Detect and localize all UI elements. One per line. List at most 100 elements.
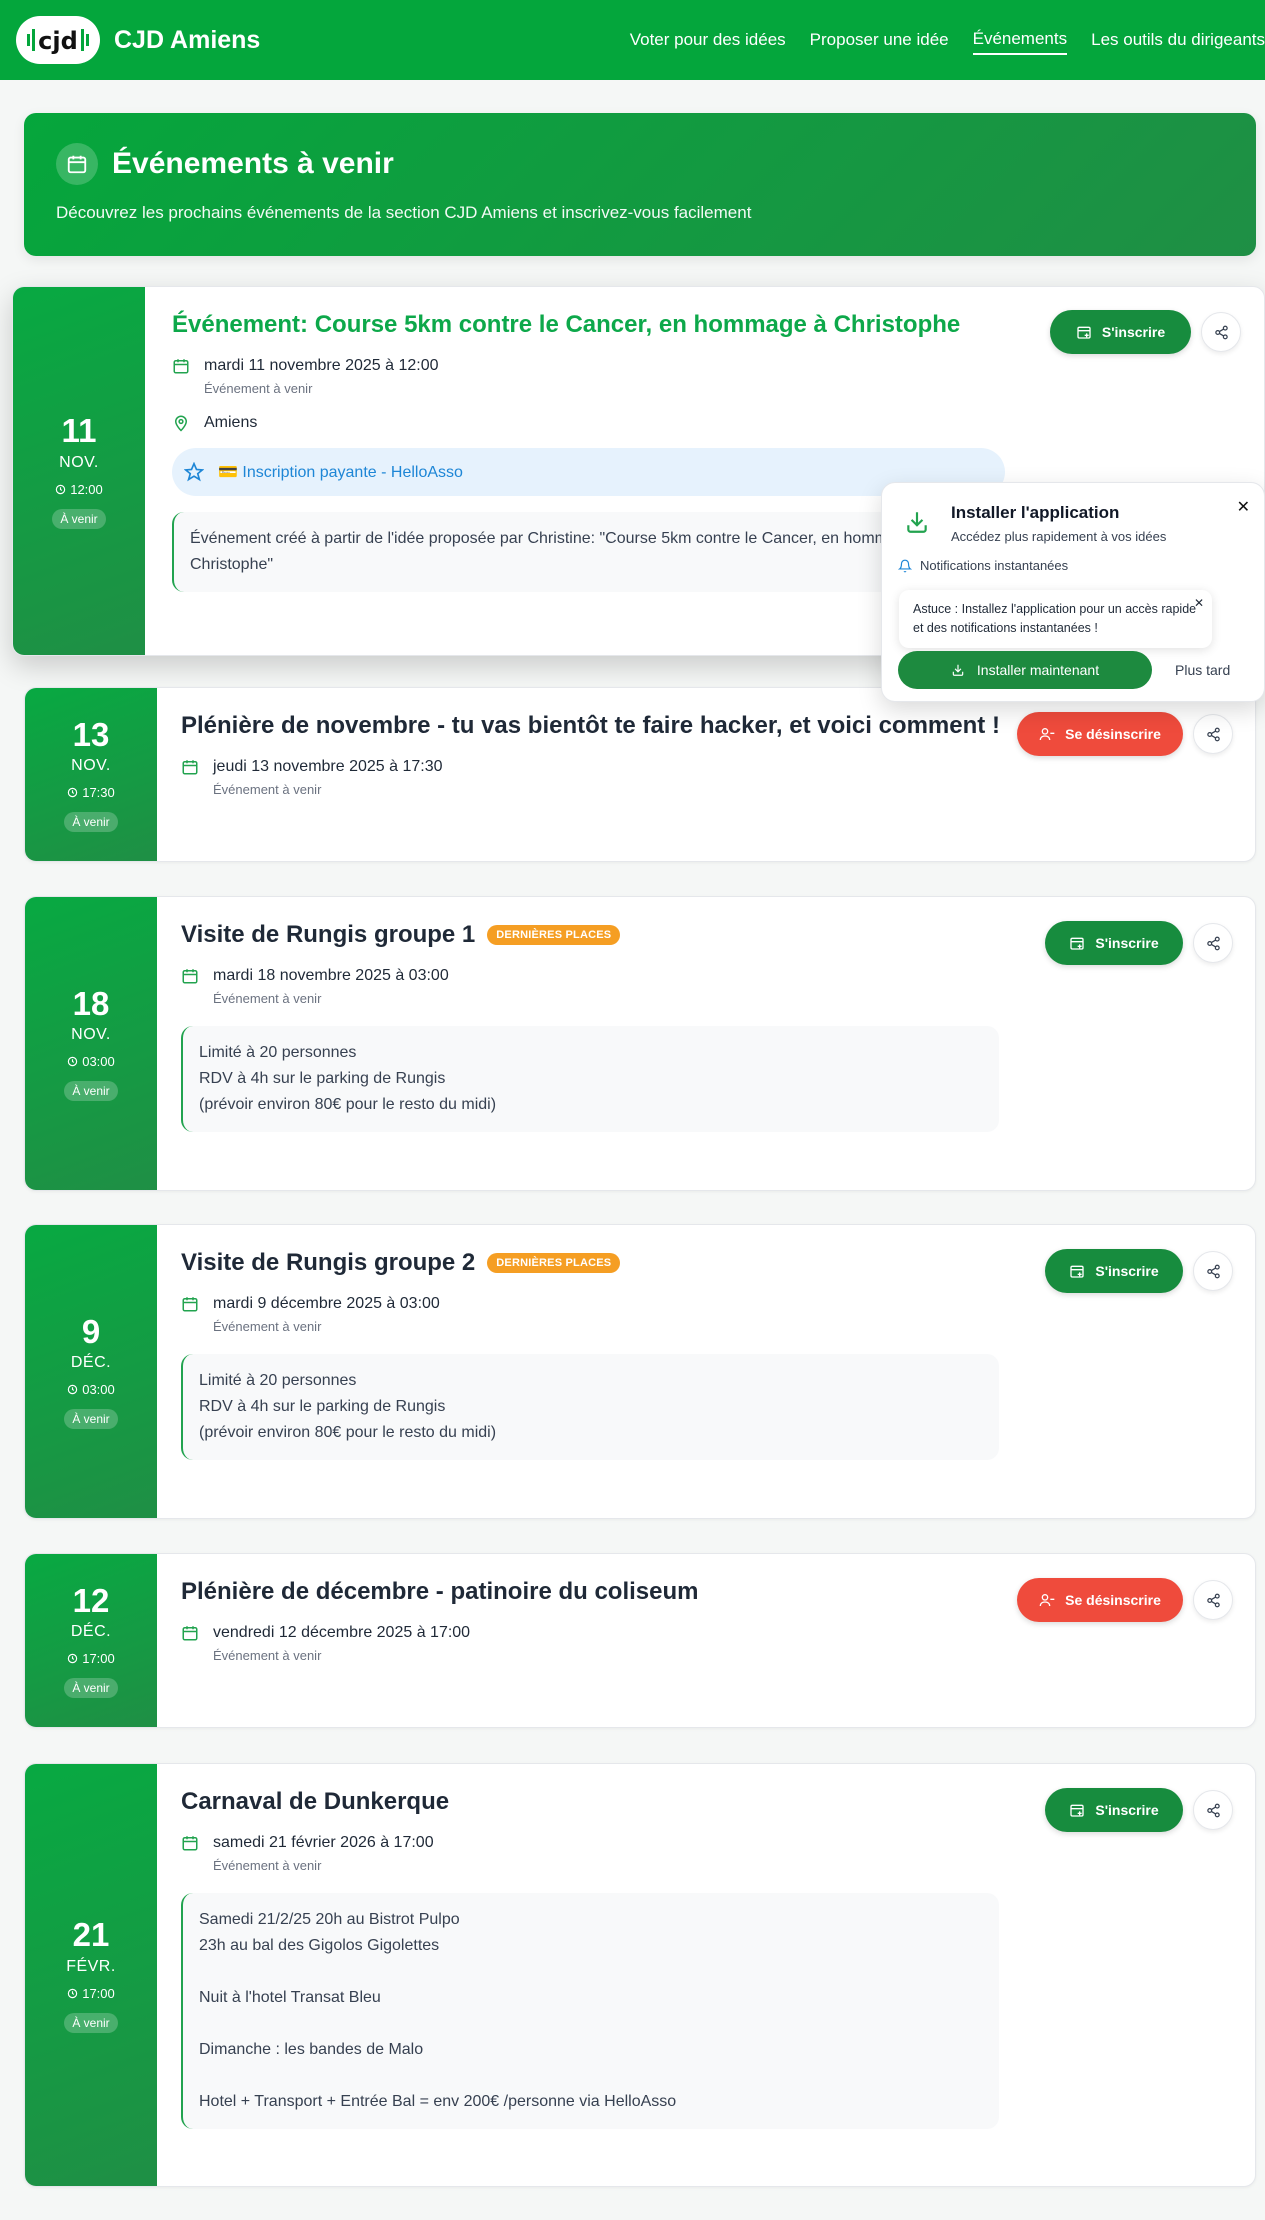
register-button[interactable]: S'inscrire	[1045, 1249, 1183, 1293]
status-badge: À venir	[64, 1409, 118, 1430]
event-card[interactable]: 18 NOV. 03:00 À venir Visite de Rungis g…	[24, 896, 1256, 1191]
install-app-popup: Installer l'application Accédez plus rap…	[881, 482, 1265, 702]
payment-link[interactable]: 💳 Inscription payante - HelloAsso	[172, 448, 1005, 496]
unregister-button[interactable]: Se désinscrire	[1017, 1578, 1183, 1622]
event-status-text: Événement à venir	[213, 782, 322, 797]
install-feature: Notifications instantanées	[898, 558, 1068, 573]
register-button[interactable]: S'inscrire	[1045, 1788, 1183, 1832]
clock-icon	[68, 1988, 78, 1998]
event-title[interactable]: Visite de Rungis groupe 1	[181, 921, 475, 949]
event-time: 17:00	[67, 1651, 115, 1666]
share-icon	[1214, 325, 1228, 339]
close-icon[interactable]: ✕	[1194, 594, 1204, 613]
install-now-button[interactable]: Installer maintenant	[898, 651, 1152, 689]
event-date-block: 9 DÉC. 03:00 À venir	[25, 1225, 157, 1518]
nav-leader-tools[interactable]: Les outils du dirigeants	[1091, 26, 1265, 54]
user-minus-icon	[1039, 1594, 1055, 1607]
event-month: DÉC.	[70, 1354, 112, 1372]
event-date-block: 11 NOV. 12:00 À venir	[13, 287, 145, 655]
clock-icon	[68, 1056, 78, 1067]
event-card[interactable]: 12 DÉC. 17:00 À venir Plénière de décemb…	[24, 1553, 1256, 1728]
clock-icon	[68, 787, 78, 798]
event-card[interactable]: 21 FÉVR. 17:00 À venir Carnaval de Dunke…	[24, 1763, 1256, 2187]
download-icon	[907, 512, 927, 533]
install-tip: Astuce : Installez l'application pour un…	[899, 590, 1212, 648]
event-date-text: samedi 21 février 2026 à 17:00	[213, 1834, 434, 1851]
event-card[interactable]: 13 NOV. 17:30 À venir Plénière de novemb…	[24, 687, 1256, 862]
status-badge: À venir	[64, 812, 118, 833]
clock-icon	[68, 1384, 78, 1395]
event-status-text: Événement à venir	[213, 991, 322, 1006]
event-date-row: vendredi 12 décembre 2025 à 17:00	[181, 1624, 1255, 1642]
nav-events[interactable]: Événements	[972, 25, 1068, 55]
calendar-plus-icon	[1077, 326, 1091, 339]
calendar-icon	[182, 1626, 198, 1641]
unregister-button[interactable]: Se désinscrire	[1017, 712, 1183, 756]
event-time: 12:00	[55, 482, 103, 497]
event-date-block: 21 FÉVR. 17:00 À venir	[25, 1764, 157, 2186]
event-location-row: Amiens	[172, 414, 1264, 432]
nav-propose-idea[interactable]: Proposer une idée	[810, 26, 949, 54]
share-icon	[1206, 936, 1220, 950]
cjd-logo[interactable]: cjd	[16, 16, 100, 64]
nav-vote-ideas[interactable]: Voter pour des idées	[630, 26, 786, 54]
install-title: Installer l'application	[951, 503, 1120, 522]
calendar-plus-icon	[1070, 937, 1085, 950]
cjd-logo-icon: cjd	[27, 27, 89, 55]
status-badge: À venir	[52, 508, 106, 529]
page-subtitle: Découvrez les prochains événements de la…	[56, 203, 752, 222]
event-month: DÉC.	[70, 1623, 112, 1641]
calendar-plus-icon	[1070, 1265, 1085, 1278]
download-icon	[952, 664, 964, 676]
share-button[interactable]	[1201, 312, 1241, 352]
register-button[interactable]: S'inscrire	[1045, 921, 1183, 965]
event-date-text: mardi 18 novembre 2025 à 03:00	[213, 967, 449, 984]
event-description: Limité à 20 personnes RDV à 4h sur le pa…	[181, 1026, 999, 1132]
event-status-text: Événement à venir	[213, 1648, 322, 1663]
event-date-block: 13 NOV. 17:30 À venir	[25, 688, 157, 861]
user-minus-icon	[1039, 728, 1055, 741]
event-date-block: 12 DÉC. 17:00 À venir	[25, 1554, 157, 1727]
event-date-text: vendredi 12 décembre 2025 à 17:00	[213, 1624, 471, 1641]
event-date-row: mardi 11 novembre 2025 à 12:00	[172, 357, 1264, 375]
share-button[interactable]	[1193, 1580, 1233, 1620]
later-button[interactable]: Plus tard	[1175, 662, 1230, 678]
main-nav: Voter pour des idées Proposer une idée É…	[630, 0, 1265, 80]
event-title[interactable]: Visite de Rungis groupe 2	[181, 1249, 475, 1277]
bell-icon	[898, 559, 912, 572]
event-date-text: mardi 9 décembre 2025 à 03:00	[213, 1295, 440, 1312]
event-day: 9	[81, 1312, 101, 1350]
star-icon	[184, 462, 204, 482]
event-status-text: Événement à venir	[204, 381, 313, 396]
event-day: 11	[61, 412, 97, 450]
svg-text:cjd: cjd	[38, 27, 78, 55]
share-button[interactable]	[1193, 714, 1233, 754]
share-button[interactable]	[1193, 923, 1233, 963]
last-places-badge: DERNIÈRES PLACES	[487, 1253, 621, 1273]
event-date-text: jeudi 13 novembre 2025 à 17:30	[213, 758, 443, 775]
events-hero: Événements à venir Découvrez les prochai…	[24, 113, 1256, 256]
event-day: 12	[72, 1581, 110, 1619]
close-icon[interactable]: ✕	[1237, 497, 1250, 517]
clock-icon	[56, 484, 66, 494]
event-card[interactable]: 9 DÉC. 03:00 À venir Visite de Rungis gr…	[24, 1224, 1256, 1519]
top-navbar: cjd CJD Amiens Voter pour des idées Prop…	[0, 0, 1265, 80]
map-pin-icon	[174, 415, 188, 432]
last-places-badge: DERNIÈRES PLACES	[487, 925, 621, 945]
share-button[interactable]	[1193, 1790, 1233, 1830]
register-button[interactable]: S'inscrire	[1050, 310, 1191, 354]
payment-label: 💳 Inscription payante - HelloAsso	[218, 464, 463, 481]
event-description: Samedi 21/2/25 20h au Bistrot Pulpo 23h …	[181, 1893, 999, 2129]
share-icon	[1206, 1803, 1220, 1817]
status-badge: À venir	[64, 1678, 118, 1699]
calendar-icon	[173, 359, 189, 374]
calendar-icon	[56, 143, 98, 185]
event-location: Amiens	[204, 414, 258, 431]
event-day: 21	[72, 1916, 110, 1954]
clock-icon	[68, 1653, 78, 1664]
status-badge: À venir	[64, 2012, 118, 2033]
calendar-icon	[182, 760, 198, 775]
event-month: NOV.	[71, 757, 111, 775]
event-month: NOV.	[59, 453, 99, 471]
share-button[interactable]	[1193, 1251, 1233, 1291]
